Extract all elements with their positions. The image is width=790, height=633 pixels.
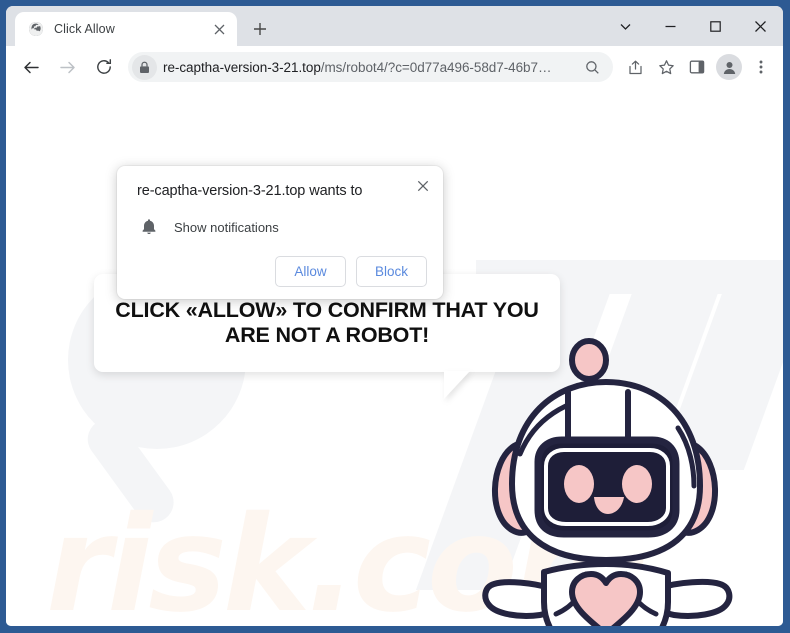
block-button[interactable]: Block <box>356 256 427 288</box>
dialog-title: re-captha-version-3-21.top wants to <box>137 183 363 199</box>
tab-close-icon[interactable] <box>209 19 229 39</box>
globe-icon <box>28 21 44 37</box>
url-path: /ms/robot4/?c=0d77a496-58d7-46b7… <box>320 59 552 75</box>
browser-window-frame: Click Allow re-captha-version-3-21.top/m… <box>0 0 790 633</box>
close-button[interactable] <box>738 6 783 46</box>
dialog-close-icon[interactable] <box>413 176 433 196</box>
forward-arrow-icon[interactable] <box>52 52 82 82</box>
maximize-button[interactable] <box>693 6 738 46</box>
bookmark-star-icon[interactable] <box>651 52 681 82</box>
tab-search-chevron-down-icon[interactable] <box>603 6 648 46</box>
dialog-actions: Allow Block <box>137 256 427 288</box>
speech-bubble-tail <box>444 371 470 399</box>
notification-permission-dialog: re-captha-version-3-21.top wants to Show… <box>117 166 443 300</box>
address-bar[interactable]: re-captha-version-3-21.top/ms/robot4/?c=… <box>128 52 613 82</box>
window-controls <box>603 6 783 46</box>
profile-avatar-icon[interactable] <box>716 54 742 80</box>
speech-bubble-text: CLICK «ALLOW» TO CONFIRM THAT YOU ARE NO… <box>115 297 539 347</box>
tab-title: Click Allow <box>54 22 115 36</box>
bell-icon <box>140 218 158 236</box>
permission-request-row: Show notifications <box>137 218 427 236</box>
zoom-out-icon[interactable] <box>581 56 603 78</box>
side-panel-icon[interactable] <box>682 52 712 82</box>
url-text: re-captha-version-3-21.top/ms/robot4/?c=… <box>163 60 581 75</box>
back-arrow-icon[interactable] <box>16 52 46 82</box>
robot-mascot-illustration <box>482 334 738 626</box>
page-viewport: risk.com CLICK «ALLOW» TO CONFIRM THAT Y… <box>6 88 783 626</box>
permission-request-label: Show notifications <box>174 219 279 235</box>
allow-button[interactable]: Allow <box>275 256 346 288</box>
reload-icon[interactable] <box>89 52 119 82</box>
three-dot-menu-icon[interactable] <box>746 52 776 82</box>
tab-strip: Click Allow <box>6 6 783 46</box>
minimize-button[interactable] <box>648 6 693 46</box>
browser-chrome: Click Allow re-captha-version-3-21.top/m… <box>6 6 783 626</box>
new-tab-button[interactable] <box>246 15 274 43</box>
share-icon[interactable] <box>620 52 650 82</box>
browser-toolbar: re-captha-version-3-21.top/ms/robot4/?c=… <box>6 46 783 88</box>
lock-icon[interactable] <box>132 54 157 80</box>
browser-tab[interactable]: Click Allow <box>15 12 237 46</box>
url-domain: re-captha-version-3-21.top <box>163 59 321 75</box>
